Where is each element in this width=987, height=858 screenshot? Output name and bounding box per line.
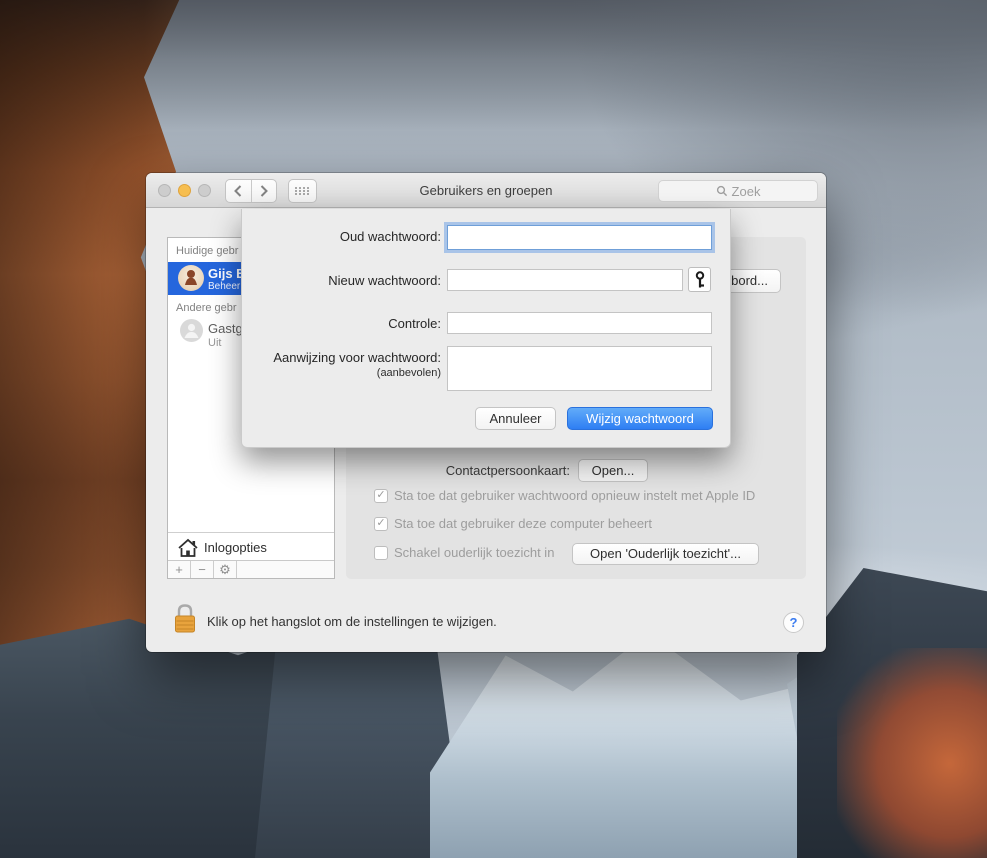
- verify-password-input[interactable]: [447, 312, 712, 334]
- user-avatar: [178, 265, 204, 291]
- new-password-input[interactable]: [447, 269, 683, 291]
- sidebar-toolbar-filler: [237, 561, 334, 578]
- checkbox-checked[interactable]: ✓: [374, 488, 388, 503]
- lock-hint-text: Klik op het hangslot om de instellingen …: [207, 614, 497, 629]
- key-icon: [695, 270, 704, 287]
- checkbox-checked[interactable]: ✓: [374, 516, 388, 531]
- checkbox-unchecked[interactable]: [374, 545, 388, 560]
- password-hint-input[interactable]: [447, 346, 712, 391]
- contact-card-label: Contactpersoonkaart:: [445, 463, 570, 478]
- guest-silhouette-icon: [184, 323, 199, 338]
- change-password-submit-button[interactable]: Wijzig wachtwoord: [567, 407, 713, 430]
- search-input[interactable]: Zoek: [658, 180, 818, 202]
- verify-password-label: Controle:: [388, 316, 441, 331]
- open-parental-controls-button[interactable]: Open 'Ouderlijk toezicht'...: [572, 543, 759, 565]
- wallpaper-snow-mountain: [430, 633, 850, 858]
- current-user-section-label: Huidige gebr: [176, 245, 239, 257]
- users-groups-window: Gebruikers en groepen Zoek Huidige gebr …: [146, 173, 826, 652]
- guest-avatar: [180, 319, 203, 342]
- new-password-label: Nieuw wachtwoord:: [328, 273, 441, 288]
- old-password-label: Oud wachtwoord:: [339, 229, 441, 244]
- search-icon: [716, 185, 728, 197]
- lock-icon[interactable]: [172, 602, 198, 636]
- titlebar[interactable]: Gebruikers en groepen Zoek: [146, 173, 826, 208]
- desktop: Gebruikers en groepen Zoek Huidige gebr …: [0, 0, 987, 858]
- add-user-button[interactable]: +: [168, 561, 191, 578]
- wallpaper-foliage: [837, 648, 987, 858]
- password-assistant-button[interactable]: [688, 267, 711, 292]
- search-placeholder: Zoek: [731, 183, 761, 199]
- guest-status: Uit: [208, 337, 222, 349]
- remove-user-button[interactable]: −: [191, 561, 214, 578]
- help-button[interactable]: ?: [783, 612, 804, 633]
- guest-name: Gastg: [208, 321, 243, 336]
- old-password-input[interactable]: [447, 225, 712, 250]
- open-contact-card-button[interactable]: Open...: [578, 459, 648, 482]
- checkbox-label: Sta toe dat gebruiker deze computer behe…: [394, 516, 652, 531]
- apple-id-reset-checkbox-row[interactable]: ✓ Sta toe dat gebruiker wachtwoord opnie…: [374, 488, 755, 503]
- cancel-button[interactable]: Annuleer: [475, 407, 556, 430]
- other-users-section-label: Andere gebr: [176, 302, 237, 314]
- login-options-row[interactable]: Inlogopties: [168, 532, 334, 562]
- sidebar-toolbar: + − ⚙: [168, 560, 334, 578]
- password-hint-label: Aanwijzing voor wachtwoord:: [273, 350, 441, 365]
- admin-checkbox-row[interactable]: ✓ Sta toe dat gebruiker deze computer be…: [374, 516, 652, 531]
- parental-controls-checkbox-row[interactable]: Schakel ouderlijk toezicht in: [374, 545, 554, 560]
- login-options-label: Inlogopties: [204, 540, 267, 555]
- password-hint-sublabel: (aanbevolen): [376, 367, 441, 379]
- home-icon: [178, 538, 198, 557]
- action-gear-button[interactable]: ⚙: [214, 561, 237, 578]
- checkbox-label: Schakel ouderlijk toezicht in: [394, 545, 555, 560]
- user-photo-figure: [185, 270, 197, 285]
- current-user-role: Beheer: [208, 281, 241, 292]
- checkbox-label: Sta toe dat gebruiker wachtwoord opnieuw…: [394, 488, 756, 503]
- change-password-sheet: Oud wachtwoord: Nieuw wachtwoord: Contro…: [241, 209, 731, 448]
